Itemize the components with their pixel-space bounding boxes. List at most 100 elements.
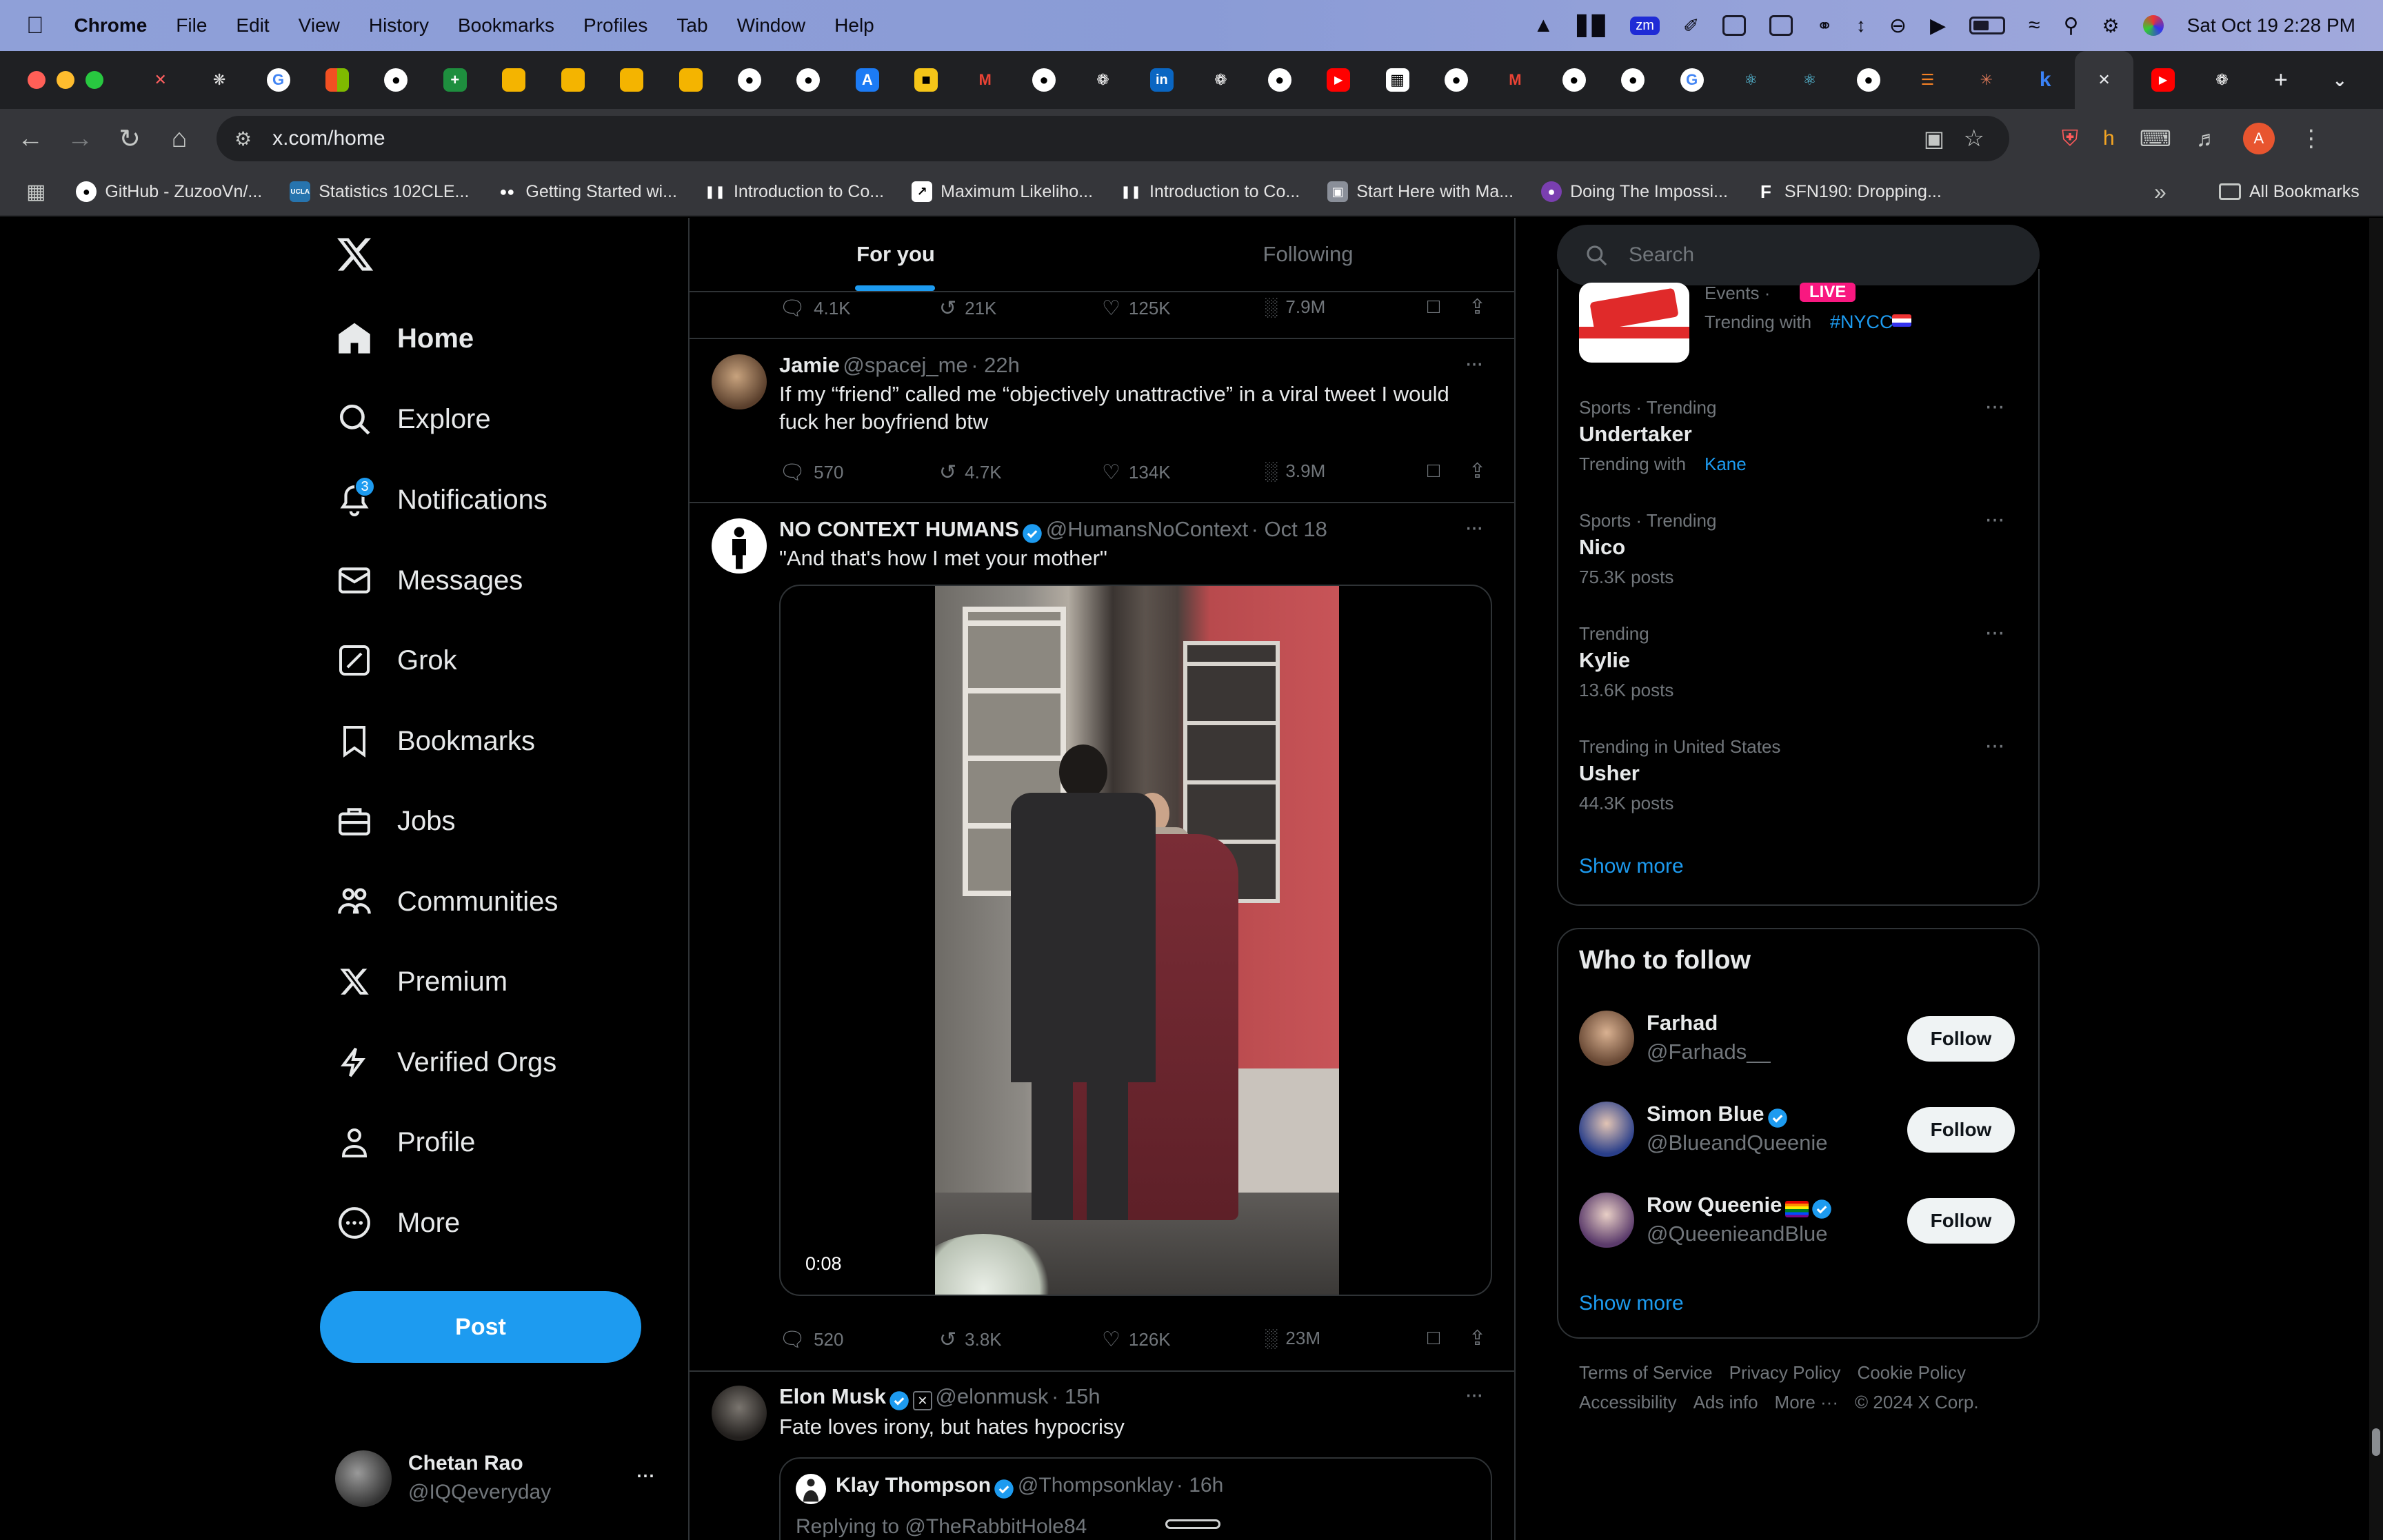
- trending-show-more-link[interactable]: Show more: [1579, 855, 1684, 878]
- tab-github-3[interactable]: ●: [779, 51, 838, 109]
- share-icon[interactable]: ⇪: [1469, 295, 1486, 319]
- arrows-updown-icon[interactable]: ↕: [1856, 14, 1866, 37]
- footer-ads-info-link[interactable]: Ads info: [1693, 1392, 1758, 1413]
- follow-show-more-link[interactable]: Show more: [1579, 1292, 1684, 1315]
- repost-button[interactable]: ↺ 21K: [939, 296, 996, 321]
- tweet-more-icon[interactable]: ···: [1465, 350, 1484, 377]
- all-bookmarks-button[interactable]: All Bookmarks: [2219, 182, 2360, 202]
- nav-notifications[interactable]: 3 Notifications: [335, 472, 547, 527]
- trend-more-icon[interactable]: ···: [1984, 393, 2005, 420]
- puzzle-extensions-icon[interactable]: ⌨: [2140, 125, 2171, 152]
- tab-google[interactable]: G: [249, 51, 308, 109]
- overflow-chevron-icon[interactable]: »: [2154, 179, 2166, 205]
- account-more-icon[interactable]: ···: [635, 1460, 656, 1489]
- tweet-time[interactable]: · Oct 18: [1251, 517, 1327, 541]
- tab-x-active[interactable]: ✕: [2074, 51, 2134, 109]
- author-name[interactable]: Jamie: [779, 353, 840, 377]
- views-button[interactable]: ░ 23M: [1265, 1328, 1320, 1349]
- video-player[interactable]: 0:08: [779, 585, 1492, 1296]
- control-center-icon[interactable]: ⚙: [2102, 14, 2120, 37]
- author-handle[interactable]: @spacej_me: [843, 353, 967, 377]
- like-button[interactable]: ♡ 126K: [1102, 1328, 1171, 1352]
- tweet-more-icon[interactable]: ···: [1465, 514, 1484, 541]
- profile-avatar[interactable]: A: [2242, 123, 2275, 154]
- nav-profile[interactable]: Profile: [335, 1115, 475, 1170]
- forward-button[interactable]: →: [55, 114, 105, 163]
- account-switcher[interactable]: Chetan Rao @IQQeveryday ···: [335, 1450, 663, 1511]
- menu-edit[interactable]: Edit: [236, 14, 269, 37]
- footer-privacy-link[interactable]: Privacy Policy: [1729, 1362, 1841, 1384]
- minus-circle-icon[interactable]: ⊖: [1889, 14, 1907, 38]
- tab-gmail-1[interactable]: M: [956, 51, 1014, 109]
- tab-github-8[interactable]: ●: [1604, 51, 1662, 109]
- tab-youtube-1[interactable]: ▶: [1309, 51, 1367, 109]
- repost-button[interactable]: ↺ 3.8K: [939, 1328, 1002, 1352]
- nav-premium[interactable]: Premium: [335, 954, 507, 1009]
- install-app-icon[interactable]: ▣: [1924, 125, 1944, 152]
- spotlight-search-icon[interactable]: ⚲: [2064, 14, 2079, 38]
- pen-icon[interactable]: ✐: [1683, 14, 1699, 37]
- battery-icon[interactable]: [1969, 17, 2006, 34]
- apple-icon[interactable]: : [26, 12, 44, 39]
- paperclip-icon[interactable]: ⚭: [1816, 14, 1832, 37]
- site-info-icon[interactable]: ⚙: [234, 128, 252, 150]
- follow-button[interactable]: Follow: [1907, 1198, 2015, 1244]
- bookmark-github[interactable]: ● GitHub - ZuzooVn/...: [76, 181, 262, 202]
- close-window-button[interactable]: [28, 71, 46, 89]
- follow-button[interactable]: Follow: [1907, 1107, 2015, 1153]
- tab-github-1[interactable]: ●: [367, 51, 425, 109]
- bookmark-getting-started[interactable]: ●● Getting Started wi...: [496, 181, 677, 202]
- tab-linkedin[interactable]: in: [1132, 51, 1191, 109]
- like-button[interactable]: ♡ 125K: [1102, 296, 1171, 321]
- post-button[interactable]: Post: [320, 1291, 641, 1363]
- tab-react-2[interactable]: ⚛: [1780, 51, 1839, 109]
- chrome-menu-icon[interactable]: ⋮: [2300, 125, 2323, 152]
- menu-app-chrome[interactable]: Chrome: [74, 14, 148, 37]
- trend-item-usher[interactable]: Trending in United States Usher 44.3K po…: [1579, 732, 2020, 840]
- tab-github-7[interactable]: ●: [1545, 51, 1603, 109]
- tab-github-2[interactable]: ●: [720, 51, 778, 109]
- media-controls-icon[interactable]: ♬: [2196, 126, 2218, 152]
- trend-item-undertaker[interactable]: Sports · Trending Undertaker Trending wi…: [1579, 393, 2020, 500]
- new-tab-button[interactable]: +: [2251, 51, 2310, 109]
- tab-google-2[interactable]: G: [1662, 51, 1721, 109]
- tab-following[interactable]: Following: [1102, 218, 1514, 291]
- menubar-clock[interactable]: Sat Oct 19 2:28 PM: [2187, 14, 2355, 37]
- tab-stackoverflow[interactable]: ☰: [1898, 51, 1957, 109]
- play-circle-icon[interactable]: ▶: [1930, 14, 1946, 38]
- tab-claude[interactable]: ✳: [1957, 51, 2015, 109]
- close-tab-icon[interactable]: ✕: [2093, 68, 2116, 92]
- share-icon[interactable]: ⇪: [1469, 1326, 1486, 1350]
- tab-x[interactable]: ✕: [131, 51, 190, 109]
- tab-for-you[interactable]: For you: [690, 218, 1102, 291]
- minimize-window-button[interactable]: [57, 71, 74, 89]
- tab-slides-3[interactable]: [602, 51, 661, 109]
- tab-github-5[interactable]: ●: [1250, 51, 1309, 109]
- tweet-time[interactable]: · 15h: [1052, 1384, 1100, 1408]
- repost-button[interactable]: ↺ 4.7K: [939, 460, 1002, 485]
- tweet-elon[interactable]: Elon Musk ✕ @elonmusk · 15h ··· Fate lov…: [690, 1372, 1514, 1540]
- tweet-nocontext[interactable]: NO CONTEXT HUMANS @HumansNoContext · Oct…: [690, 503, 1514, 1310]
- tab-settings[interactable]: ❋: [190, 51, 248, 109]
- scrollbar-thumb[interactable]: [2372, 1428, 2380, 1456]
- bookmark-icon[interactable]: □: [1427, 295, 1440, 318]
- bookmark-sfn190[interactable]: F SFN190: Dropping...: [1756, 181, 1942, 202]
- bookmark-intro-co-2[interactable]: ❚❚ Introduction to Co...: [1120, 181, 1300, 202]
- stats-bars-icon[interactable]: ▋▉: [1577, 14, 1607, 37]
- nav-communities[interactable]: Communities: [335, 874, 558, 929]
- tab-react-1[interactable]: ⚛: [1721, 51, 1780, 109]
- menu-view[interactable]: View: [299, 14, 340, 37]
- tab-youtube-2[interactable]: ▶: [2133, 51, 2192, 109]
- tab-yellow-app[interactable]: ■: [896, 51, 955, 109]
- tab-microsoft[interactable]: [308, 51, 366, 109]
- quoted-tweet[interactable]: Klay Thompson @Thompsonklay · 16h Replyi…: [779, 1457, 1492, 1540]
- trend-event[interactable]: Events · LIVE Trending with #NYCC: [1579, 283, 2020, 363]
- avatar[interactable]: [712, 518, 767, 574]
- footer-more-link[interactable]: More ···: [1775, 1392, 1838, 1413]
- nav-messages[interactable]: Messages: [335, 553, 523, 608]
- menu-profiles[interactable]: Profiles: [583, 14, 647, 37]
- menu-history[interactable]: History: [369, 14, 429, 37]
- menu-bookmarks[interactable]: Bookmarks: [458, 14, 554, 37]
- apps-grid-icon[interactable]: ▦: [26, 180, 46, 204]
- trend-link[interactable]: Kane: [1705, 454, 1747, 475]
